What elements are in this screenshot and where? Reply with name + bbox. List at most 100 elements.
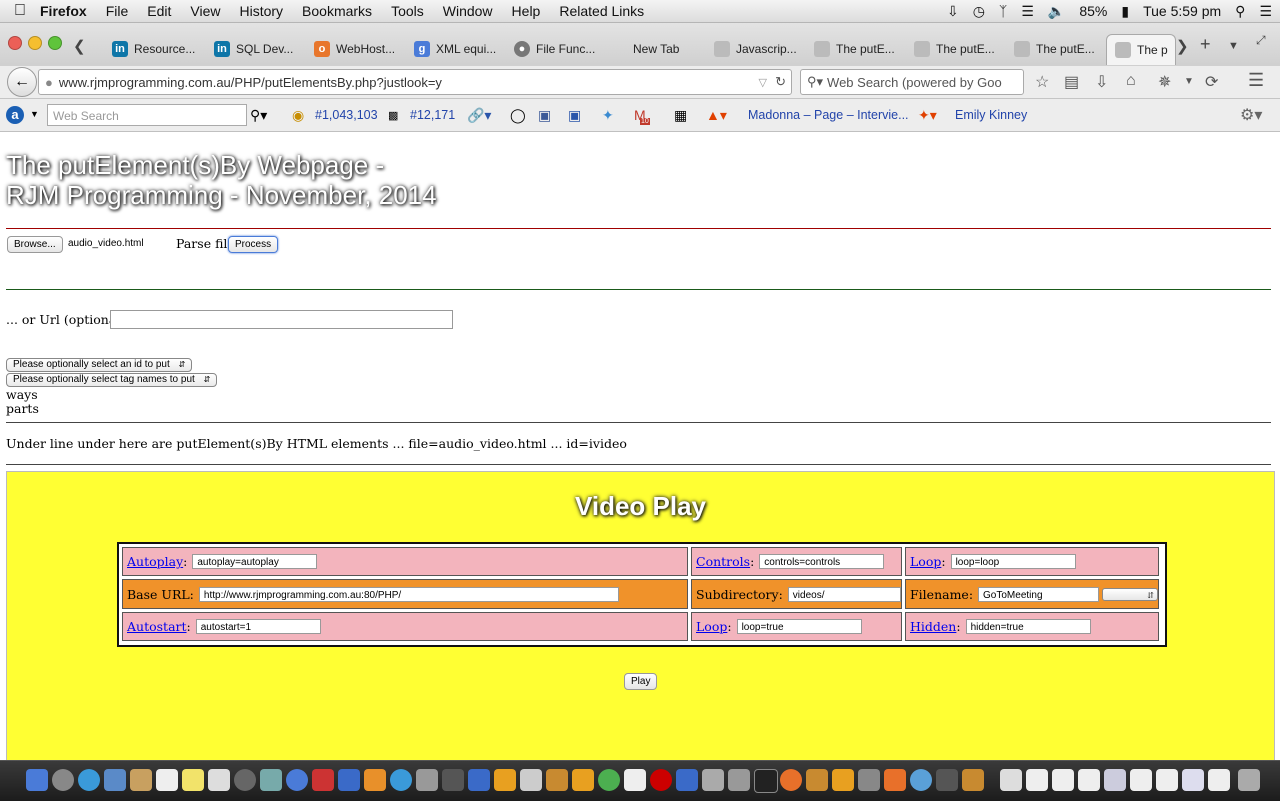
safari-icon[interactable]	[78, 769, 100, 791]
dock-app-icon[interactable]	[702, 769, 724, 791]
dock-file-icon[interactable]	[1052, 769, 1074, 791]
search-bar[interactable]: ⚲▾ Web Search (powered by Goo	[800, 69, 1024, 95]
ask-dropdown-icon[interactable]: ▼	[30, 109, 39, 119]
sparkle-icon[interactable]: ✦	[602, 107, 614, 124]
dock-file-icon[interactable]	[1208, 769, 1230, 791]
mail-icon[interactable]	[104, 769, 126, 791]
alexa-icon[interactable]: ◉	[292, 107, 304, 124]
card-icon[interactable]: ▦	[674, 107, 687, 124]
tab-7[interactable]: Javascrip...	[714, 34, 809, 64]
tab-1[interactable]: in Resource...	[112, 34, 207, 64]
loop-input[interactable]: loop=loop	[950, 554, 1076, 569]
dock-app-icon[interactable]	[494, 769, 516, 791]
bookmark-star-icon[interactable]: ☆	[1035, 72, 1049, 92]
spotlight-icon[interactable]: ⚲	[1235, 3, 1245, 20]
reminders-icon[interactable]	[208, 769, 230, 791]
tab-10[interactable]: The putE...	[1014, 34, 1109, 64]
wifi-icon[interactable]: ☰	[1021, 3, 1034, 20]
autostart-link[interactable]: Autostart	[127, 619, 187, 634]
firefox-icon[interactable]	[780, 769, 802, 791]
url-dropdown-icon[interactable]: ▽	[759, 76, 767, 89]
share-icon[interactable]: ▣	[568, 107, 581, 124]
url-text[interactable]: www.rjmprogramming.com.au/PHP/putElement…	[59, 75, 442, 90]
autostart-input[interactable]: autostart=1	[195, 619, 321, 634]
tab-5[interactable]: ● File Func...	[514, 34, 609, 64]
new-tab-icon[interactable]: +	[1200, 34, 1211, 55]
ibooks-icon[interactable]	[364, 769, 386, 791]
site-identity-icon[interactable]: ●	[45, 75, 53, 90]
ask-logo-icon[interactable]: a	[6, 106, 24, 124]
menu-file[interactable]: File	[106, 3, 129, 19]
settings-gear-icon[interactable]: ⚙▾	[1240, 105, 1262, 125]
download-status-icon[interactable]: ⇩	[947, 3, 959, 20]
filename-input[interactable]: GoToMeeting	[978, 586, 1099, 602]
global-rank[interactable]: #1,043,103	[315, 108, 378, 122]
terminal-icon[interactable]	[754, 769, 778, 793]
user-link[interactable]: Emily Kinney	[955, 108, 1027, 122]
calendar-icon[interactable]	[156, 769, 178, 791]
finder-icon[interactable]	[26, 769, 48, 791]
volume-icon[interactable]: 🔈	[1048, 3, 1065, 20]
tool-icon-1[interactable]: ◯	[510, 107, 526, 124]
home-icon[interactable]: ⌂	[1126, 72, 1136, 90]
bluetooth-icon[interactable]: ᛉ	[999, 3, 1007, 19]
autoplay-link[interactable]: Autoplay	[127, 554, 183, 569]
menu-bookmarks[interactable]: Bookmarks	[302, 3, 372, 19]
link-icon[interactable]: 🔗▾	[467, 107, 491, 124]
dock-file-icon[interactable]	[1078, 769, 1100, 791]
url-bar[interactable]: ● www.rjmprogramming.com.au/PHP/putEleme…	[38, 69, 792, 95]
subdirectory-input[interactable]: videos/	[787, 586, 901, 602]
url-input[interactable]	[110, 310, 453, 329]
tab-2[interactable]: in SQL Dev...	[214, 34, 309, 64]
dock-app-icon[interactable]	[962, 769, 984, 791]
photo-booth-icon[interactable]	[260, 769, 282, 791]
dock-app-icon[interactable]	[936, 769, 958, 791]
hidden-input[interactable]: hidden=true	[965, 619, 1091, 634]
text-document-icon[interactable]	[624, 769, 646, 791]
autoplay-input[interactable]: autoplay=autoplay	[192, 554, 318, 569]
menu-tools[interactable]: Tools	[391, 3, 424, 19]
dock-app-icon[interactable]	[858, 769, 880, 791]
battery-percent[interactable]: 85%	[1079, 3, 1107, 19]
downloads-icon[interactable]: ⇩	[1095, 72, 1108, 92]
loop-true-link[interactable]: Loop	[696, 619, 727, 634]
dock-file-icon[interactable]	[1104, 769, 1126, 791]
notification-center-icon[interactable]: ☰	[1259, 3, 1272, 20]
zoom-window-button[interactable]	[48, 36, 62, 50]
tab-scroll-right-icon[interactable]: ❯	[1176, 37, 1189, 55]
tab-8[interactable]: The putE...	[814, 34, 909, 64]
messages-icon[interactable]	[286, 769, 308, 791]
select-id-dropdown[interactable]: Please optionally select an id to put ⇵	[6, 358, 193, 372]
dock-app-icon[interactable]	[728, 769, 750, 791]
notes-icon[interactable]	[182, 769, 204, 791]
play-button[interactable]: Play	[624, 673, 658, 690]
facebook-icon[interactable]: ▣	[538, 107, 551, 124]
reading-list-icon[interactable]: ▤	[1064, 72, 1079, 92]
dock-app-icon[interactable]	[546, 769, 568, 791]
hidden-link[interactable]: Hidden	[910, 619, 956, 634]
fire-icon[interactable]: ▲▾	[706, 107, 727, 124]
opera-icon[interactable]	[650, 769, 672, 791]
fullscreen-icon[interactable]: ⤢	[1256, 33, 1266, 48]
browse-button[interactable]: Browse...	[7, 236, 63, 253]
menu-history[interactable]: History	[239, 3, 283, 19]
dock-app-icon[interactable]	[910, 769, 932, 791]
facetime-icon[interactable]	[234, 769, 256, 791]
tab-scroll-left-icon[interactable]: ❮	[73, 37, 86, 55]
tab-list-icon[interactable]: ▼	[1228, 40, 1239, 52]
contacts-icon[interactable]	[130, 769, 152, 791]
hot-icon[interactable]: ✦▾	[918, 107, 937, 124]
loop-true-input[interactable]: loop=true	[736, 619, 862, 634]
hamburger-menu-icon[interactable]: ☰	[1248, 70, 1264, 91]
menu-help[interactable]: Help	[512, 3, 541, 19]
time-machine-icon[interactable]: ◷	[973, 3, 985, 20]
dock-file-icon[interactable]	[1026, 769, 1048, 791]
dock-app-icon[interactable]	[806, 769, 828, 791]
process-button[interactable]: Process	[228, 236, 279, 253]
tab-9[interactable]: The putE...	[914, 34, 1009, 64]
controls-link[interactable]: Controls	[696, 554, 750, 569]
controls-input[interactable]: controls=controls	[759, 554, 885, 569]
sync-icon[interactable]: ⟳	[1205, 72, 1218, 92]
tab-3[interactable]: o WebHost...	[314, 34, 409, 64]
system-preferences-icon[interactable]	[416, 769, 438, 791]
